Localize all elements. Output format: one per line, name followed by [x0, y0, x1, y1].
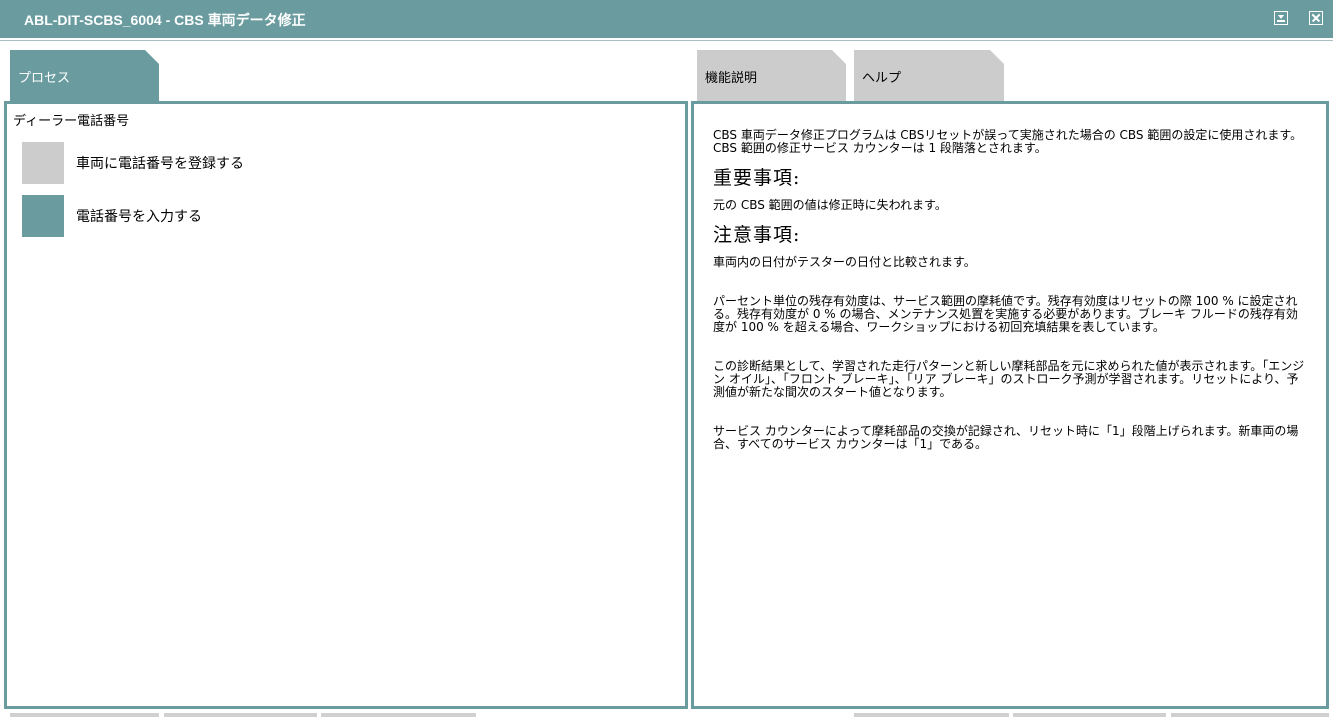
notes-heading: 注意事項: [713, 224, 801, 246]
important-text: 元の CBS 範囲の値は修正時に失われます。 [713, 198, 947, 212]
tab-help[interactable]: ヘルプ [854, 50, 1004, 102]
bottom-button[interactable] [10, 713, 159, 717]
window-title: ABL-DIT-SCBS_6004 - CBS 車両データ修正 [24, 12, 306, 28]
note-2: パーセント単位の残存有効度は、サービス範囲の摩耗値です。残存有効度はリセットの際… [713, 294, 1298, 334]
minimize-icon[interactable] [1274, 11, 1288, 25]
divider [0, 40, 1333, 41]
tab-function-description-label: 機能説明 [705, 71, 758, 86]
close-icon[interactable] [1309, 11, 1323, 25]
step-enter-phone[interactable]: 電話番号を入力する [22, 195, 442, 237]
note-4: サービス カウンターによって摩耗部品の交換が記録され、リセット時に「1」段階上げ… [713, 424, 1299, 451]
tab-process-label: プロセス [18, 71, 71, 86]
bottom-button[interactable] [164, 713, 317, 717]
tab-process[interactable]: プロセス [10, 50, 159, 102]
step-register-phone[interactable]: 車両に電話番号を登録する [22, 142, 442, 184]
bottom-button[interactable] [321, 713, 476, 717]
section-title: ディーラー電話番号 [13, 114, 130, 129]
note-3: この診断結果として、学習された走行パターンと新しい摩耗部品を元に求められた値が表… [713, 359, 1305, 399]
bottom-button[interactable] [854, 713, 1009, 717]
process-panel: ディーラー電話番号 車両に電話番号を登録する 電話番号を入力する [4, 101, 688, 709]
note-1: 車両内の日付がテスターの日付と比較されます。 [713, 255, 976, 269]
bottom-button[interactable] [1171, 713, 1329, 717]
step-status-box [22, 195, 64, 237]
step-label: 車両に電話番号を登録する [76, 156, 244, 172]
step-label: 電話番号を入力する [76, 209, 202, 225]
tab-function-description[interactable]: 機能説明 [697, 50, 846, 102]
help-intro-2: CBS 範囲の修正サービス カウンターは 1 段階落とされます。 [713, 141, 1047, 155]
bottom-button[interactable] [1013, 713, 1166, 717]
help-text: CBS 車両データ修正プログラムは CBSリセットが誤って実施された場合の CB… [713, 129, 1305, 451]
step-status-box [22, 142, 64, 184]
title-bar: ABL-DIT-SCBS_6004 - CBS 車両データ修正 [0, 0, 1333, 38]
help-panel: CBS 車両データ修正プログラムは CBSリセットが誤って実施された場合の CB… [691, 101, 1329, 709]
tab-help-label: ヘルプ [862, 71, 902, 86]
important-heading: 重要事項: [713, 167, 801, 189]
